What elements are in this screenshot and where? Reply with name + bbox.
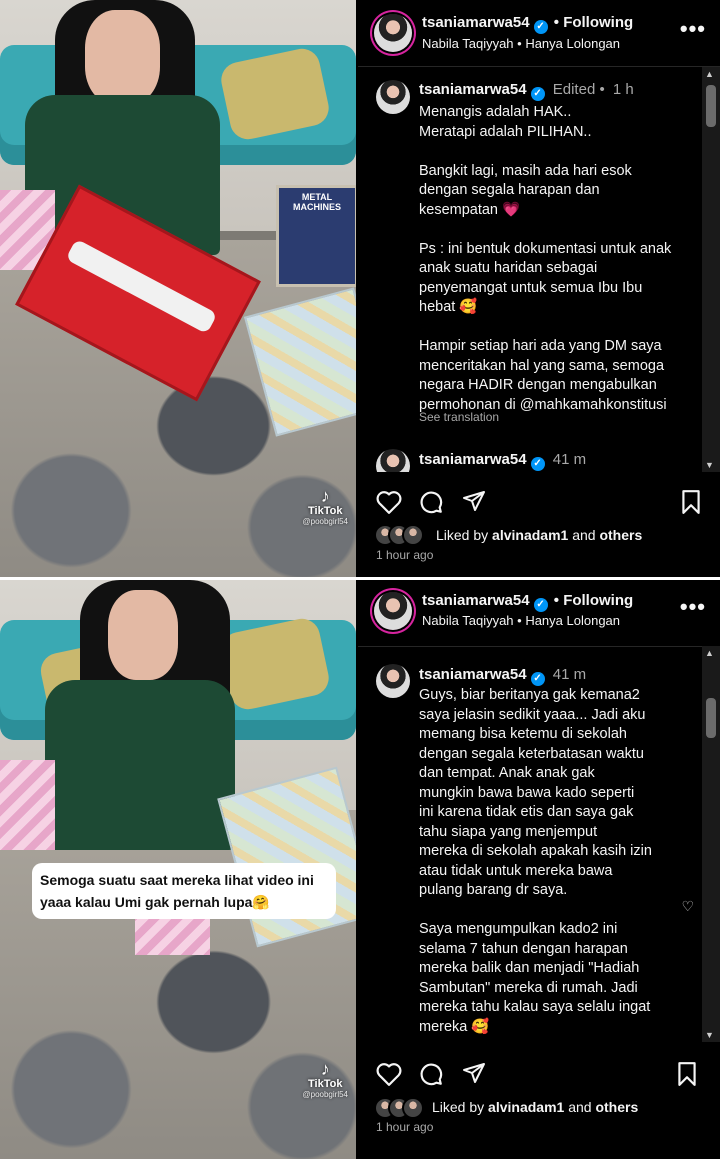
comment-like-icon[interactable]: ♡ — [681, 898, 694, 915]
audio-subtitle[interactable]: Nabila Taqiyyah • Hanya Lolongan — [422, 36, 620, 51]
video-frame[interactable]: METAL MACHINES ♪ TikTok @poobgirl54 — [0, 0, 356, 578]
instagram-post-panel: tsaniamarwa54 ✓ • Following Nabila Taqiyy… — [358, 0, 720, 578]
share-icon[interactable] — [462, 1061, 486, 1085]
more-icon[interactable]: ••• — [680, 594, 706, 620]
person-face — [108, 590, 178, 680]
tiktok-label: TikTok — [308, 1078, 343, 1090]
scroll-up-arrow[interactable]: ▲ — [705, 69, 714, 79]
video-frame[interactable]: Semoga suatu saat mereka lihat video ini… — [0, 580, 356, 1159]
liked-and-label: and — [568, 1099, 592, 1115]
tiktok-watermark: ♪ TikTok @poobgirl54 — [303, 487, 348, 526]
gift-wrapped-pink — [0, 760, 55, 850]
comments-scroll[interactable]: tsaniamarwa54 ✓ Edited • 1 h Menangis ada… — [358, 67, 720, 472]
comment-icon[interactable] — [418, 489, 444, 515]
comment-username[interactable]: tsaniamarwa54 — [419, 666, 527, 683]
person-shirt — [45, 680, 235, 850]
following-button[interactable]: Following — [563, 592, 633, 609]
bookmark-icon[interactable] — [680, 489, 702, 515]
comments-scroll[interactable]: tsaniamarwa54 ✓ 41 m Guys, biar beritanya… — [358, 646, 720, 1042]
comment-header: tsaniamarwa54 ✓ 41 m — [419, 666, 586, 686]
comment-header: tsaniamarwa54 ✓ Edited • 1 h — [419, 81, 634, 101]
toy-box: METAL MACHINES — [276, 185, 356, 287]
comment-time: 41 m — [552, 451, 587, 468]
comment-avatar[interactable] — [376, 449, 410, 472]
header-username-row: tsaniamarwa54 ✓ • Following — [422, 592, 634, 612]
verified-icon: ✓ — [530, 672, 545, 686]
liker-avatar — [402, 1097, 424, 1119]
liker-avatar — [402, 524, 424, 546]
liked-by-others[interactable]: others — [599, 527, 642, 543]
comments-scrollbar[interactable]: ▲ ▼ — [702, 646, 720, 1042]
scrollbar-thumb[interactable] — [706, 698, 716, 738]
more-icon[interactable]: ••• — [680, 16, 706, 42]
comment-avatar[interactable] — [376, 664, 410, 698]
verified-icon: ✓ — [530, 457, 545, 471]
tiktok-icon: ♪ — [320, 486, 330, 506]
person-face — [85, 10, 160, 105]
header-username[interactable]: tsaniamarwa54 — [422, 14, 530, 31]
liked-by-label: Liked by — [436, 527, 489, 543]
comment-avatar[interactable] — [376, 80, 410, 114]
heart-icon[interactable] — [376, 490, 402, 514]
share-icon[interactable] — [462, 489, 486, 513]
liked-and-label: and — [572, 527, 596, 543]
verified-icon: ✓ — [533, 20, 548, 34]
scrollbar-thumb[interactable] — [706, 85, 716, 127]
see-translation-link[interactable]: See translation — [419, 410, 499, 424]
liked-by-user[interactable]: alvinadam1 — [488, 1099, 564, 1115]
edited-label: Edited • — [552, 81, 605, 98]
avatar[interactable] — [374, 592, 412, 630]
comment-header: tsaniamarwa54 ✓ 41 m — [419, 451, 586, 471]
comment-time: 41 m — [552, 666, 587, 683]
post-screenshot-bottom: Semoga suatu saat mereka lihat video ini… — [0, 580, 720, 1159]
following-button[interactable]: Following — [563, 14, 633, 31]
comment-username[interactable]: tsaniamarwa54 — [419, 451, 527, 468]
tiktok-username: @poobgirl54 — [302, 517, 348, 526]
action-bar — [358, 482, 720, 522]
video-caption: Semoga suatu saat mereka lihat video ini… — [32, 863, 336, 919]
comment-username[interactable]: tsaniamarwa54 — [419, 81, 527, 98]
tiktok-username: @poobgirl54 — [302, 1090, 348, 1099]
tiktok-icon: ♪ — [320, 1059, 330, 1079]
scroll-down-arrow[interactable]: ▼ — [705, 1030, 714, 1040]
comment-text: Menangis adalah HAK.. Meratapi adalah PI… — [419, 104, 672, 413]
comment-text: Guys, biar beritanya gak kemana2 saya je… — [419, 687, 652, 1035]
post-timestamp: 1 hour ago — [376, 548, 434, 562]
liked-by-others[interactable]: others — [595, 1099, 638, 1115]
avatar[interactable] — [374, 14, 412, 52]
instagram-post-panel: tsaniamarwa54 ✓ • Following Nabila Taqiyy… — [358, 580, 720, 1159]
header-username-row: tsaniamarwa54 ✓ • Following — [422, 14, 634, 34]
liked-by-line[interactable]: Liked by alvinadam1 and others — [432, 1099, 638, 1115]
comments-scrollbar[interactable]: ▲ ▼ — [702, 67, 720, 472]
audio-subtitle[interactable]: Nabila Taqiyyah • Hanya Lolongan — [422, 613, 620, 628]
liked-by-user[interactable]: alvinadam1 — [492, 527, 568, 543]
post-timestamp: 1 hour ago — [376, 1120, 434, 1134]
post-header: tsaniamarwa54 ✓ • Following Nabila Taqiyy… — [358, 580, 720, 647]
action-bar — [358, 1054, 720, 1094]
verified-icon: ✓ — [533, 598, 548, 612]
tiktok-watermark: ♪ TikTok @poobgirl54 — [303, 1060, 348, 1099]
liked-by-line[interactable]: Liked by alvinadam1 and others — [436, 527, 642, 543]
tiktok-label: TikTok — [308, 505, 343, 517]
post-screenshot-top: METAL MACHINES ♪ TikTok @poobgirl54 tsan… — [0, 0, 720, 578]
comment-time: 1 h — [612, 81, 634, 98]
header-username[interactable]: tsaniamarwa54 — [422, 592, 530, 609]
comment-icon[interactable] — [418, 1061, 444, 1087]
heart-icon[interactable] — [376, 1062, 402, 1086]
bookmark-icon[interactable] — [676, 1061, 698, 1087]
liked-by-label: Liked by — [432, 1099, 485, 1115]
scroll-up-arrow[interactable]: ▲ — [705, 648, 714, 658]
verified-icon: ✓ — [530, 87, 545, 101]
scroll-down-arrow[interactable]: ▼ — [705, 460, 714, 470]
post-header: tsaniamarwa54 ✓ • Following Nabila Taqiyy… — [358, 0, 720, 67]
